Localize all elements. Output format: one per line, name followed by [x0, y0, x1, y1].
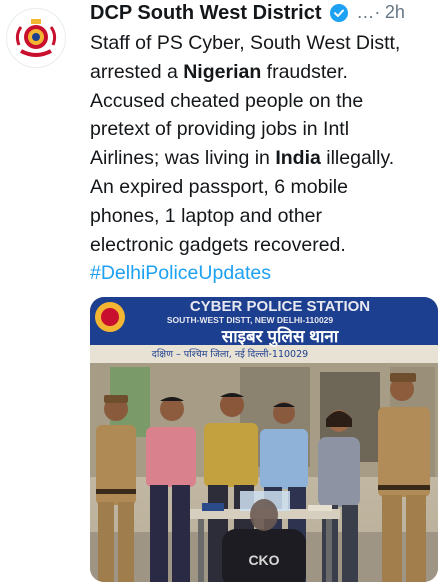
tweet-line: An expired passport, 6 mobile: [90, 173, 440, 202]
banner-title: CYBER POLICE STATION: [190, 298, 370, 315]
verified-badge-icon: [329, 4, 348, 22]
tweet-text-segment: phones, 1 laptop and other: [90, 204, 323, 227]
shirt-print: CKO: [248, 552, 279, 568]
avatar[interactable]: [6, 8, 66, 68]
banner-hindi-title: साइबर पुलिस थाना: [221, 326, 339, 347]
bold-word-nigerian: Nigerian: [183, 60, 262, 83]
more-options-icon[interactable]: …·: [356, 0, 380, 24]
tweet-text-segment: electronic gadgets recovered.: [90, 233, 346, 256]
tweet-line: Staff of PS Cyber, South West Distt,: [90, 29, 440, 58]
tweet-text-segment: pretext of providing jobs in Intl: [90, 118, 350, 141]
bold-word-india: India: [275, 147, 321, 170]
timestamp[interactable]: 2h: [385, 0, 405, 24]
hashtag-link[interactable]: #DelhiPoliceUpdates: [90, 259, 440, 288]
tweet-line: arrested a Nigerian fraudster.: [90, 58, 440, 87]
tweet-text-segment: Airlines; was living in: [90, 147, 276, 170]
display-name[interactable]: DCP South West District: [90, 0, 322, 26]
banner-address: SOUTH-WEST DISTT, NEW DELHI-110029: [167, 315, 334, 325]
tweet-header: DCP South West District …· 2h: [90, 0, 440, 28]
tweet-line: Airlines; was living in India illegally.: [90, 144, 440, 173]
tweet-text-segment: illegally.: [320, 147, 395, 170]
tweet-text-segment: Accused cheated people on the: [90, 89, 364, 112]
police-station-photo: CYBER POLICE STATION SOUTH-WEST DISTT, N…: [90, 297, 438, 582]
tweet-text-segment: An expired passport, 6 mobile: [90, 175, 348, 198]
tweet-text-segment: arrested a: [90, 60, 184, 83]
tweet-line: electronic gadgets recovered.: [90, 231, 440, 260]
tweet-photo[interactable]: CYBER POLICE STATION SOUTH-WEST DISTT, N…: [90, 297, 438, 582]
tweet-text-segment: fraudster.: [261, 60, 348, 83]
delhi-police-logo: [7, 9, 65, 67]
tweet-line: pretext of providing jobs in Intl: [90, 115, 440, 144]
tweet-text: Staff of PS Cyber, South West Distt, arr…: [90, 29, 440, 288]
tweet-text-segment: Staff of PS Cyber, South West Distt,: [90, 32, 401, 54]
banner-hindi-address: दक्षिण – पश्चिम जिला, नई दिल्ली-110029: [152, 348, 308, 360]
tweet-line: phones, 1 laptop and other: [90, 202, 440, 231]
tweet-line: Accused cheated people on the: [90, 87, 440, 116]
